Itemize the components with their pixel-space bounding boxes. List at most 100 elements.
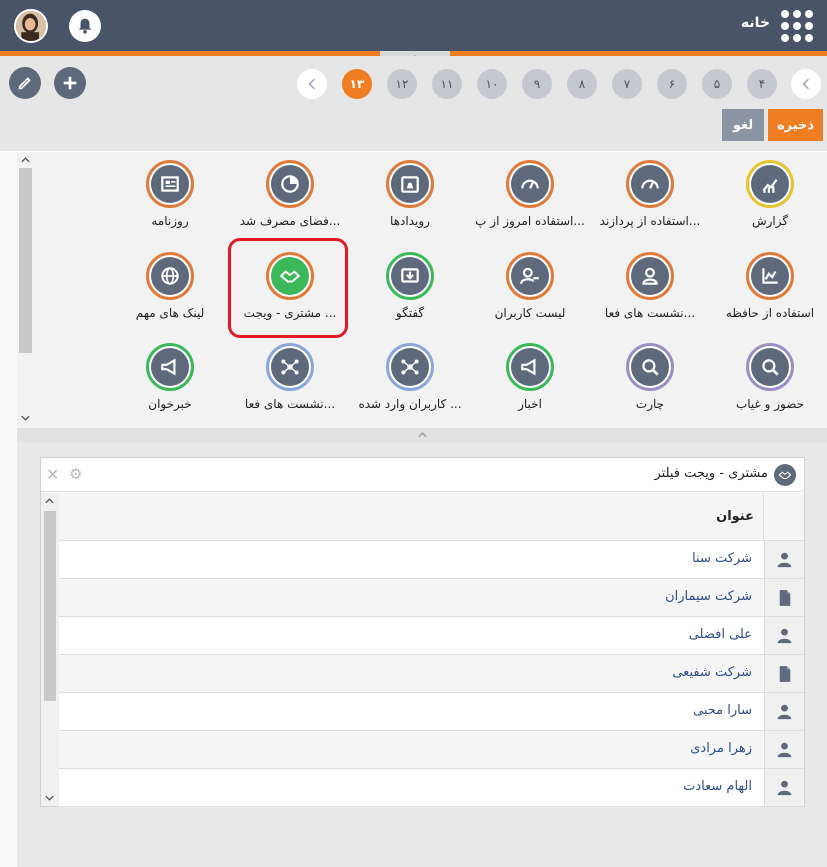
scroll-up-icon[interactable] (45, 498, 54, 504)
row-title[interactable]: زهرا مرادی (690, 741, 752, 756)
cancel-button[interactable]: لغو (722, 109, 764, 141)
widget-icon-ring (746, 252, 794, 300)
user-icon (764, 769, 804, 806)
widget-panel-scrollbar[interactable] (17, 152, 34, 428)
row-title[interactable]: علی افضلی (689, 627, 752, 642)
card-header: ✕ ⚙ مشتری - ویجت فیلتر (41, 458, 804, 492)
page-next-button[interactable] (791, 69, 821, 99)
widget-label: نشست های فعا... (604, 306, 696, 320)
widget-tile[interactable]: فضای مصرف شد... (228, 152, 348, 242)
widget-label: کاربران وارد شده ... (358, 397, 462, 411)
selected-widget-highlight (228, 238, 348, 338)
page-5-button[interactable]: ۵ (702, 69, 732, 99)
user-icon (764, 617, 804, 654)
widget-label: نشست های فعا... (244, 397, 336, 411)
widget-label: روزنامه (151, 214, 189, 228)
save-button[interactable]: ذخیره (768, 109, 823, 141)
widget-icon-ring (626, 252, 674, 300)
user-icon (764, 541, 804, 578)
widget-tile[interactable]: گفتگو (348, 244, 468, 334)
chevron-left-icon (308, 78, 315, 90)
customer-widget-card: ✕ ⚙ مشتری - ویجت فیلتر عنوان شرکت سنا شرک… (40, 457, 805, 807)
gear-icon[interactable]: ⚙ (69, 465, 82, 483)
widget-label: گزارش (751, 214, 789, 228)
table-header: عنوان (59, 493, 804, 541)
page-6-button[interactable]: ۶ (657, 69, 687, 99)
widget-tile[interactable]: نشست های فعا... (588, 244, 708, 334)
page-12-button[interactable]: ۱۲ (387, 69, 417, 99)
widget-tile[interactable]: نشست های فعا... (228, 335, 348, 425)
page-10-button[interactable]: ۱۰ (477, 69, 507, 99)
page-13-button[interactable]: ۱۳ (342, 69, 372, 99)
network-icon (271, 348, 309, 386)
scroll-thumb[interactable] (19, 168, 32, 353)
widget-icon-ring (506, 160, 554, 208)
widget-tile[interactable]: استفاده از پردازند... (588, 152, 708, 242)
row-title[interactable]: شرکت شفیعی (672, 665, 752, 680)
widget-tile[interactable]: خبرخوان (108, 335, 228, 425)
widget-tile[interactable]: کاربران وارد شده ... (348, 335, 468, 425)
plus-icon (63, 76, 77, 90)
user-icon (764, 731, 804, 768)
page-prev-button[interactable] (297, 69, 327, 99)
table-row[interactable]: شرکت سنا (59, 541, 804, 579)
widget-label: استفاده از حافظه (725, 306, 815, 320)
page-4-button[interactable]: ۴ (747, 69, 777, 99)
widget-icon-ring (386, 160, 434, 208)
add-button[interactable] (54, 67, 86, 99)
page-8-button[interactable]: ۸ (567, 69, 597, 99)
page-11-button[interactable]: ۱۱ (432, 69, 462, 99)
table-row[interactable]: الهام سعادت (59, 769, 804, 807)
bell-icon (78, 18, 92, 34)
row-title[interactable]: سارا محبی (693, 703, 752, 718)
scroll-down-icon[interactable] (21, 415, 30, 421)
widget-label: استفاده امروز از پ... (475, 214, 585, 228)
grid-menu-icon[interactable] (781, 10, 813, 42)
table-scrollbar[interactable] (41, 493, 59, 806)
column-title-header[interactable]: عنوان (716, 509, 754, 524)
widget-icon-ring (266, 160, 314, 208)
scroll-thumb[interactable] (44, 511, 56, 701)
scroll-up-icon[interactable] (21, 157, 30, 163)
widget-tile[interactable]: گزارش (708, 152, 827, 242)
disk-icon (271, 165, 309, 203)
widget-tile[interactable]: چارت (588, 335, 708, 425)
gauge-icon (511, 165, 549, 203)
handshake-icon (774, 464, 796, 486)
widget-tile[interactable]: اخبار (468, 335, 588, 425)
row-title[interactable]: شرکت سیماران (665, 589, 752, 604)
row-title[interactable]: شرکت سنا (692, 551, 752, 566)
row-title[interactable]: الهام سعادت (683, 779, 752, 794)
table-row[interactable]: سارا محبی (59, 693, 804, 731)
pencil-icon (18, 77, 31, 90)
widget-tile[interactable]: روزنامه (108, 152, 228, 242)
widget-tile[interactable]: حضور و غیاب (708, 335, 827, 425)
user-avatar[interactable] (14, 9, 48, 43)
column-separator (763, 493, 764, 541)
globe-icon (151, 257, 189, 295)
edit-button[interactable] (9, 67, 41, 99)
panel-divider[interactable] (17, 428, 827, 442)
page-9-button[interactable]: ۹ (522, 69, 552, 99)
home-label[interactable]: خانه (741, 15, 770, 31)
widget-icon-ring (266, 343, 314, 391)
scroll-down-icon[interactable] (45, 795, 54, 801)
widget-tile[interactable]: رویدادها (348, 152, 468, 242)
widget-tile[interactable]: استفاده امروز از پ... (468, 152, 588, 242)
table-row[interactable]: علی افضلی (59, 617, 804, 655)
widget-tile[interactable]: استفاده از حافظه (708, 244, 827, 334)
table-row[interactable]: شرکت سیماران (59, 579, 804, 617)
widget-tile[interactable]: لینک های مهم (108, 244, 228, 334)
widget-label: خبرخوان (148, 397, 192, 411)
table-row[interactable]: زهرا مرادی (59, 731, 804, 769)
widget-tile[interactable]: لیست کاربران (468, 244, 588, 334)
notifications-button[interactable] (69, 10, 101, 42)
page-7-button[interactable]: ۷ (612, 69, 642, 99)
widget-icon-ring (386, 252, 434, 300)
search-user-icon (751, 348, 789, 386)
close-icon[interactable]: ✕ (46, 465, 59, 484)
widget-icon-ring (746, 160, 794, 208)
top-header (0, 0, 827, 51)
user-icon (764, 693, 804, 730)
table-row[interactable]: شرکت شفیعی (59, 655, 804, 693)
